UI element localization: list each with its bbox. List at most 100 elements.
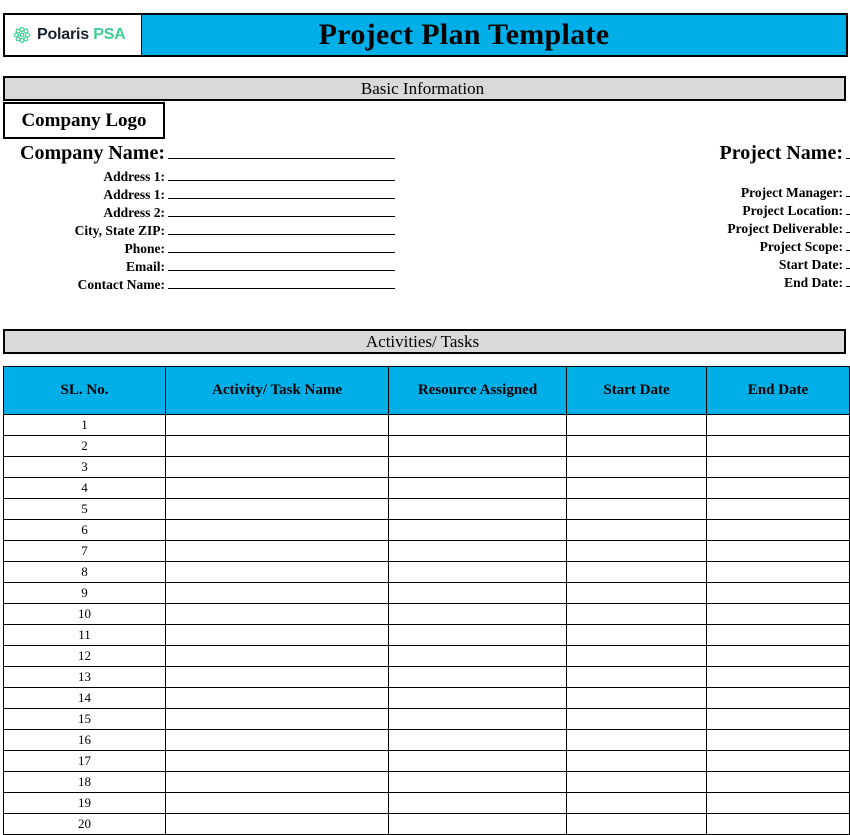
cell-end-date[interactable] xyxy=(706,540,850,562)
field-input-project-name[interactable] xyxy=(846,145,850,159)
cell-start-date[interactable] xyxy=(566,645,707,667)
cell-resource-assigned[interactable] xyxy=(388,456,567,478)
cell-end-date[interactable] xyxy=(706,582,850,604)
cell-start-date[interactable] xyxy=(566,708,707,730)
cell-activity-name[interactable] xyxy=(165,750,389,772)
cell-resource-assigned[interactable] xyxy=(388,750,567,772)
cell-end-date[interactable] xyxy=(706,645,850,667)
cell-start-date[interactable] xyxy=(566,561,707,583)
cell-sl-no[interactable]: 15 xyxy=(3,708,166,730)
cell-start-date[interactable] xyxy=(566,687,707,709)
cell-end-date[interactable] xyxy=(706,435,850,457)
field-input-project-scope[interactable] xyxy=(846,237,850,251)
cell-start-date[interactable] xyxy=(566,519,707,541)
cell-end-date[interactable] xyxy=(706,708,850,730)
cell-end-date[interactable] xyxy=(706,729,850,751)
field-input-contact-name[interactable] xyxy=(168,275,395,289)
cell-activity-name[interactable] xyxy=(165,792,389,814)
cell-sl-no[interactable]: 20 xyxy=(3,813,166,835)
cell-end-date[interactable] xyxy=(706,666,850,688)
cell-resource-assigned[interactable] xyxy=(388,666,567,688)
cell-sl-no[interactable]: 3 xyxy=(3,456,166,478)
field-input-city-state-zip[interactable] xyxy=(168,221,395,235)
cell-end-date[interactable] xyxy=(706,561,850,583)
cell-start-date[interactable] xyxy=(566,456,707,478)
cell-activity-name[interactable] xyxy=(165,498,389,520)
cell-sl-no[interactable]: 1 xyxy=(3,414,166,436)
cell-resource-assigned[interactable] xyxy=(388,519,567,541)
cell-sl-no[interactable]: 14 xyxy=(3,687,166,709)
cell-activity-name[interactable] xyxy=(165,771,389,793)
cell-sl-no[interactable]: 16 xyxy=(3,729,166,751)
cell-activity-name[interactable] xyxy=(165,603,389,625)
cell-sl-no[interactable]: 7 xyxy=(3,540,166,562)
field-input-address-1b[interactable] xyxy=(168,185,395,199)
cell-end-date[interactable] xyxy=(706,498,850,520)
cell-activity-name[interactable] xyxy=(165,540,389,562)
cell-resource-assigned[interactable] xyxy=(388,561,567,583)
cell-end-date[interactable] xyxy=(706,750,850,772)
field-input-phone[interactable] xyxy=(168,239,395,253)
field-input-address-2[interactable] xyxy=(168,203,395,217)
cell-end-date[interactable] xyxy=(706,414,850,436)
cell-start-date[interactable] xyxy=(566,414,707,436)
column-header-end-date[interactable]: End Date xyxy=(706,366,850,415)
field-input-project-deliverable[interactable] xyxy=(846,219,850,233)
cell-activity-name[interactable] xyxy=(165,561,389,583)
cell-activity-name[interactable] xyxy=(165,708,389,730)
cell-activity-name[interactable] xyxy=(165,813,389,835)
field-input-project-manager[interactable] xyxy=(846,183,850,197)
cell-activity-name[interactable] xyxy=(165,477,389,499)
company-logo-placeholder[interactable]: Company Logo xyxy=(3,102,165,139)
cell-sl-no[interactable]: 10 xyxy=(3,603,166,625)
cell-activity-name[interactable] xyxy=(165,687,389,709)
cell-activity-name[interactable] xyxy=(165,666,389,688)
cell-start-date[interactable] xyxy=(566,729,707,751)
field-input-start-date[interactable] xyxy=(846,255,850,269)
cell-end-date[interactable] xyxy=(706,477,850,499)
cell-resource-assigned[interactable] xyxy=(388,687,567,709)
cell-start-date[interactable] xyxy=(566,666,707,688)
cell-start-date[interactable] xyxy=(566,624,707,646)
cell-start-date[interactable] xyxy=(566,603,707,625)
cell-sl-no[interactable]: 11 xyxy=(3,624,166,646)
cell-resource-assigned[interactable] xyxy=(388,540,567,562)
column-header-sl-no[interactable]: SL. No. xyxy=(3,366,166,415)
cell-end-date[interactable] xyxy=(706,624,850,646)
cell-end-date[interactable] xyxy=(706,603,850,625)
cell-end-date[interactable] xyxy=(706,519,850,541)
cell-resource-assigned[interactable] xyxy=(388,708,567,730)
cell-start-date[interactable] xyxy=(566,792,707,814)
cell-resource-assigned[interactable] xyxy=(388,645,567,667)
column-header-resource[interactable]: Resource Assigned xyxy=(388,366,567,415)
cell-start-date[interactable] xyxy=(566,582,707,604)
cell-start-date[interactable] xyxy=(566,435,707,457)
cell-resource-assigned[interactable] xyxy=(388,435,567,457)
column-header-start-date[interactable]: Start Date xyxy=(566,366,707,415)
cell-start-date[interactable] xyxy=(566,813,707,835)
cell-end-date[interactable] xyxy=(706,813,850,835)
cell-sl-no[interactable]: 19 xyxy=(3,792,166,814)
cell-sl-no[interactable]: 6 xyxy=(3,519,166,541)
cell-start-date[interactable] xyxy=(566,750,707,772)
cell-activity-name[interactable] xyxy=(165,582,389,604)
cell-end-date[interactable] xyxy=(706,771,850,793)
cell-resource-assigned[interactable] xyxy=(388,792,567,814)
field-input-end-date[interactable] xyxy=(846,273,850,287)
cell-resource-assigned[interactable] xyxy=(388,729,567,751)
cell-activity-name[interactable] xyxy=(165,456,389,478)
field-input-project-location[interactable] xyxy=(846,201,850,215)
brand-logo[interactable]: Polaris PSA xyxy=(5,15,142,55)
cell-resource-assigned[interactable] xyxy=(388,498,567,520)
cell-start-date[interactable] xyxy=(566,771,707,793)
cell-sl-no[interactable]: 4 xyxy=(3,477,166,499)
field-input-address-1a[interactable] xyxy=(168,167,395,181)
cell-sl-no[interactable]: 17 xyxy=(3,750,166,772)
cell-resource-assigned[interactable] xyxy=(388,477,567,499)
cell-sl-no[interactable]: 5 xyxy=(3,498,166,520)
column-header-activity[interactable]: Activity/ Task Name xyxy=(165,366,389,415)
cell-activity-name[interactable] xyxy=(165,519,389,541)
cell-resource-assigned[interactable] xyxy=(388,771,567,793)
cell-sl-no[interactable]: 18 xyxy=(3,771,166,793)
cell-sl-no[interactable]: 2 xyxy=(3,435,166,457)
